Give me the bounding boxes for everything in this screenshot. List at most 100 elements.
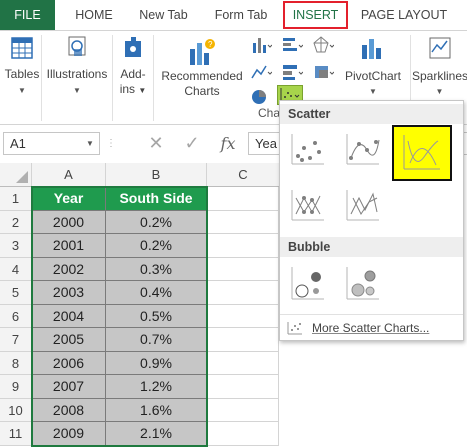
value-cell[interactable]: 1.2% [106,375,207,399]
empty-cell[interactable] [207,234,279,258]
empty-cell[interactable] [207,304,279,328]
value-cell[interactable]: 0.3% [106,257,207,281]
year-cell[interactable]: 2008 [32,398,106,422]
empty-cell[interactable] [207,210,279,234]
value-cell[interactable]: 0.9% [106,351,207,375]
tab-insert[interactable]: INSERT [283,1,348,29]
scatter-straight-lines-markers[interactable] [286,184,330,228]
add-ins-button[interactable]: Add- ins ▼ [114,31,152,123]
empty-cell[interactable] [207,351,279,375]
row-header[interactable]: 3 [0,234,32,258]
year-cell[interactable]: 2005 [32,328,106,352]
bubble-chart[interactable] [286,261,330,305]
tables-button[interactable]: Tables ▼ [0,31,44,123]
column-header-b[interactable]: B [106,163,207,187]
group-divider [41,35,42,121]
header-cell-south-side[interactable]: South Side [106,187,207,211]
year-cell[interactable]: 2003 [32,281,106,305]
year-cell[interactable]: 2001 [32,234,106,258]
chevron-down-icon: ▼ [138,86,147,95]
scatter-markers-only[interactable] [286,128,330,172]
empty-cell[interactable] [207,328,279,352]
value-cell[interactable]: 0.2% [106,234,207,258]
tab-file[interactable]: FILE [0,0,55,30]
more-scatter-charts[interactable]: More Scatter Charts... [284,318,460,338]
chevron-down-icon: ▼ [73,86,81,95]
tab-new-tab[interactable]: New Tab [131,0,196,30]
add-ins-label-2-row: ins ▼ [114,82,152,98]
column-header-c[interactable]: C [207,163,279,187]
column-header-a[interactable]: A [32,163,106,187]
pie-chart-icon[interactable] [250,87,272,107]
value-cell[interactable]: 0.2% [106,210,207,234]
value-cell[interactable]: 0.7% [106,328,207,352]
year-cell[interactable]: 2006 [32,351,106,375]
enter-icon[interactable]: ✓ [179,132,205,155]
value-cell[interactable]: 2.1% [106,422,207,446]
area-chart-icon[interactable] [281,62,303,82]
year-cell[interactable]: 2007 [32,375,106,399]
select-all-corner[interactable] [0,163,32,187]
year-cell[interactable]: 2004 [32,304,106,328]
group-divider [153,35,154,121]
scatter-smooth-lines-markers[interactable] [341,128,385,172]
scatter-markers-icon [291,134,324,165]
row-header[interactable]: 9 [0,375,32,399]
illustrations-button[interactable]: Illustrations ▼ [44,31,110,123]
tab-home[interactable]: HOME [66,0,122,30]
row-header[interactable]: 8 [0,351,32,375]
empty-cell[interactable] [207,398,279,422]
year-cell[interactable]: 2009 [32,422,106,446]
row-header[interactable]: 5 [0,281,32,305]
group-divider [112,35,113,121]
value-cell[interactable]: 1.6% [106,398,207,422]
value-cell[interactable]: 0.4% [106,281,207,305]
row-header[interactable]: 1 [0,187,32,211]
3d-bubble-icon [346,267,379,300]
year-cell[interactable]: 2000 [32,210,106,234]
recommended-charts-label-2: Charts [184,84,220,98]
column-chart-icon[interactable] [250,35,272,55]
table-icon [11,37,33,59]
row-header[interactable]: 6 [0,304,32,328]
empty-cell[interactable] [207,281,279,305]
chevron-down-icon[interactable]: ▼ [86,132,94,155]
illustrations-label: Illustrations [46,67,108,81]
scatter-smooth-markers-icon [346,134,380,165]
row-header[interactable]: 4 [0,257,32,281]
pivotchart-icon [362,39,381,59]
illustrations-icon [68,36,86,56]
year-cell[interactable]: 2002 [32,257,106,281]
chevron-down-icon: ▼ [435,87,444,96]
row-header[interactable]: 11 [0,422,32,446]
bar-chart-icon[interactable] [281,35,303,55]
cancel-icon[interactable]: ✕ [143,132,169,155]
tab-form-tab[interactable]: Form Tab [207,0,275,30]
add-ins-icon [125,37,141,57]
recommended-charts-button[interactable]: ? Recommended Charts [157,31,247,123]
line-chart-icon[interactable] [250,62,272,82]
radar-chart-icon[interactable] [312,35,334,55]
value-cell[interactable]: 0.5% [106,304,207,328]
scatter-smooth-lines-icon [403,135,440,170]
header-cell-year[interactable]: Year [32,187,106,211]
row-header[interactable]: 10 [0,398,32,422]
drag-handle-icon[interactable]: ⋮ [106,138,116,149]
row-header[interactable]: 7 [0,328,32,352]
scatter-with-smooth-lines[interactable] [392,125,452,181]
pivotchart-label: PivotChart [344,69,402,83]
scatter-straight-markers-icon [291,190,324,221]
tab-page-layout[interactable]: PAGE LAYOUT [355,0,453,30]
empty-cell[interactable] [207,422,279,446]
empty-cell[interactable] [207,187,279,211]
sparklines-icon [429,37,451,59]
empty-cell[interactable] [207,257,279,281]
empty-cell[interactable] [207,375,279,399]
surface-chart-icon[interactable] [312,62,334,82]
3d-bubble-chart[interactable] [341,261,385,305]
svg-text:?: ? [208,40,213,49]
insert-function-button[interactable]: fx [213,132,243,155]
ribbon-tab-bar: FILE HOME New Tab Form Tab INSERT PAGE L… [0,0,467,30]
scatter-straight-lines[interactable] [341,184,385,228]
row-header[interactable]: 2 [0,210,32,234]
